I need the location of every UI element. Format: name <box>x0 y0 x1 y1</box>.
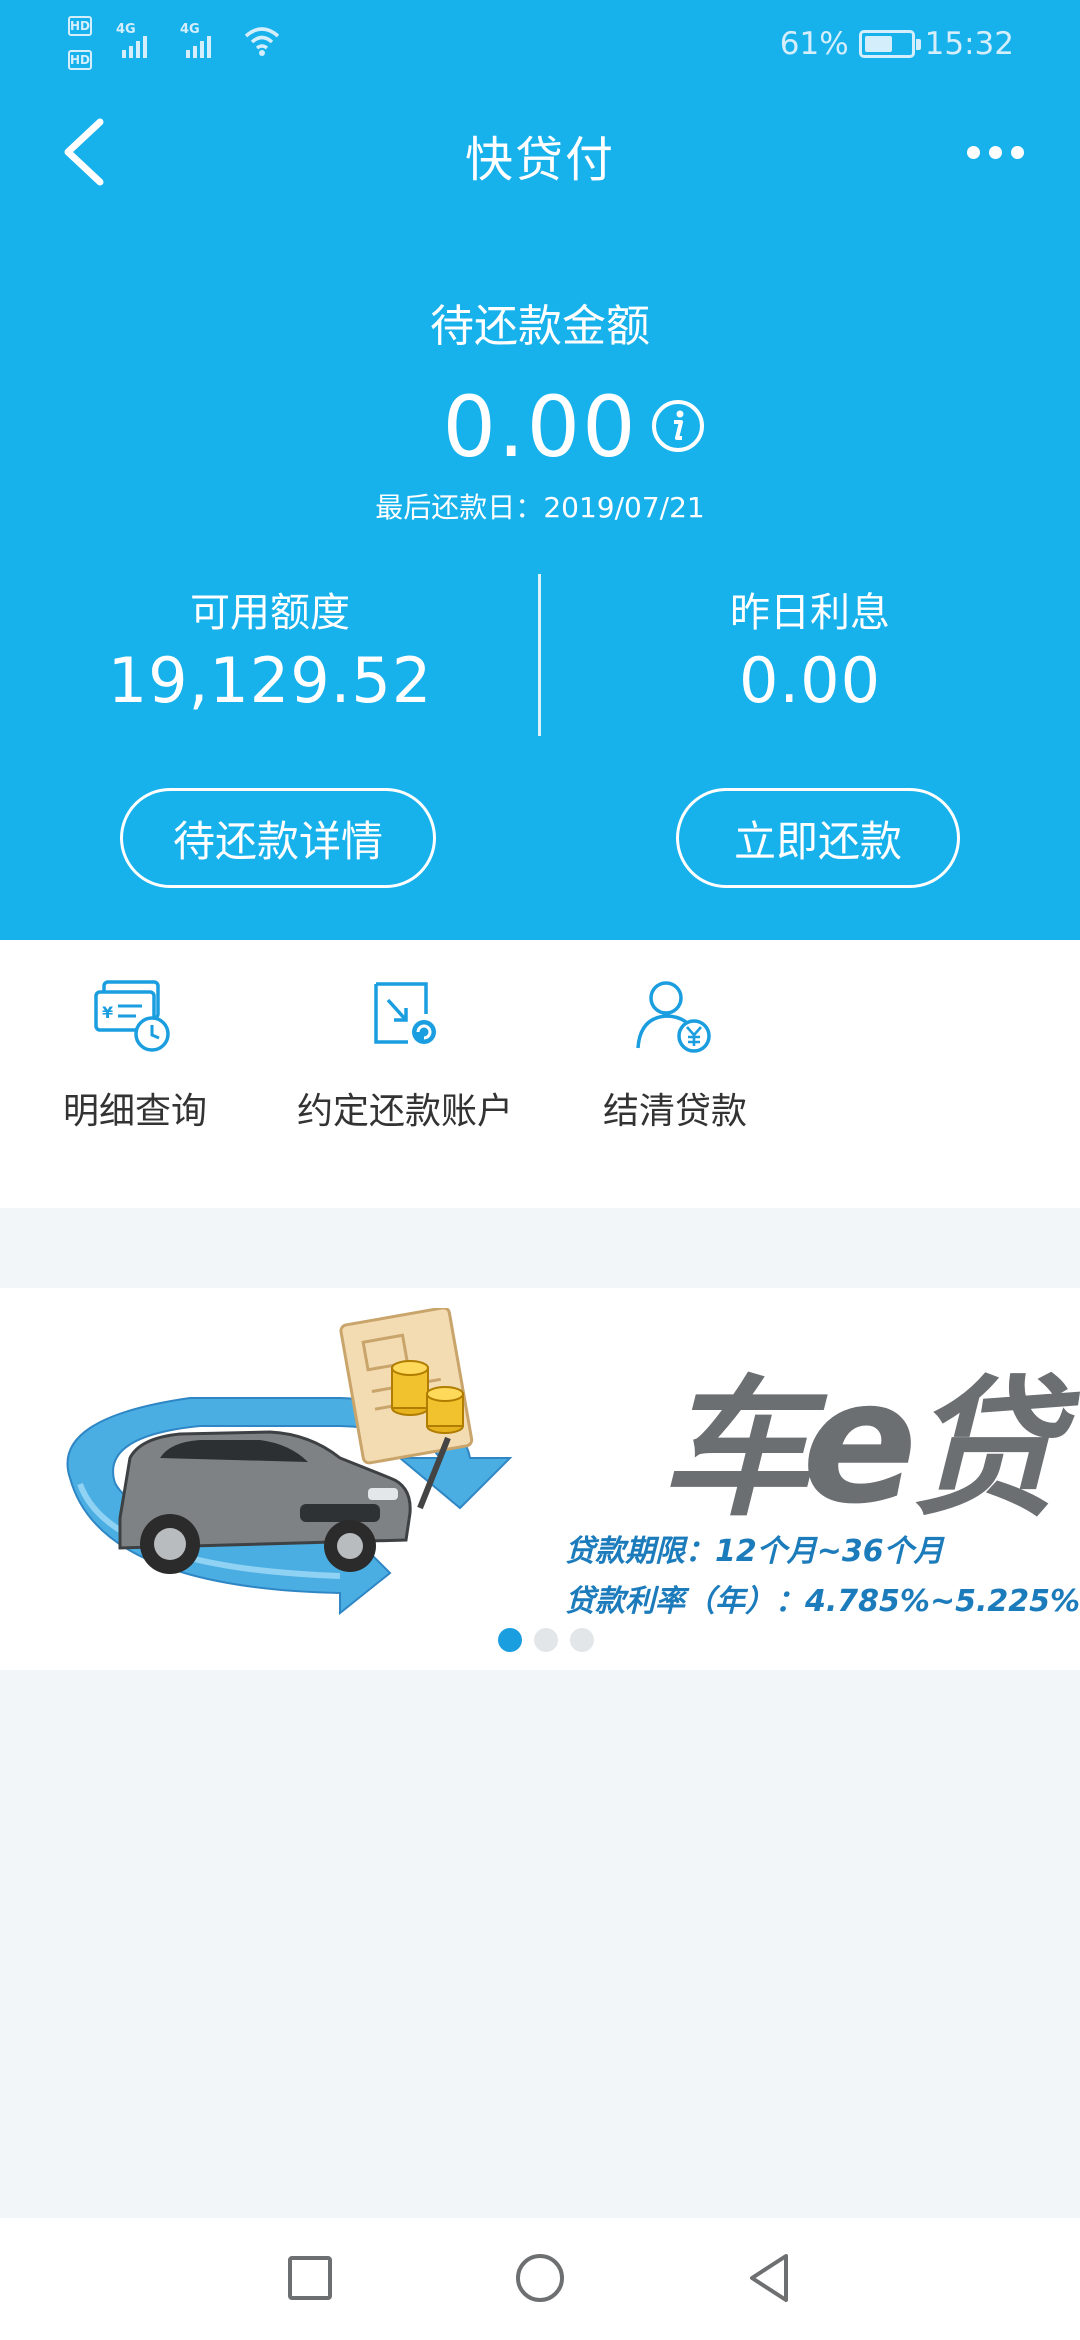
banner-loan-term: 贷款期限：12个月~36个月 <box>565 1534 944 1569</box>
network-type-2: 4G <box>180 22 200 37</box>
brand-char-e: e <box>802 1344 917 1542</box>
quick-actions: ¥ 明细查询 约定还款账户 结清贷款 <box>0 940 1080 1208</box>
action-repayment-account[interactable]: 约定还款账户 <box>290 940 520 1208</box>
more-dots-icon <box>966 145 980 159</box>
account-summary-panel: HD HD 4G 4G 61% 15:32 快贷付 待还款金额 0.00 最后还… <box>0 0 1080 940</box>
home-icon[interactable] <box>510 2248 570 2308</box>
brand-char-2: 贷 <box>909 1363 1059 1537</box>
last-date-value: 2019/07/21 <box>543 491 705 524</box>
recent-apps-icon[interactable] <box>280 2248 340 2308</box>
yesterday-interest: 昨日利息 0.00 <box>610 580 1010 717</box>
battery-percent: 61% <box>779 26 849 62</box>
account-arrow-icon <box>374 982 436 1044</box>
hd-badge-1: HD <box>68 16 92 36</box>
banner-loan-rate: 贷款利率（年）：4.785%~5.225% <box>565 1584 1080 1619</box>
last-repayment-date: 最后还款日：2019/07/21 <box>0 486 1080 526</box>
carousel-indicator[interactable] <box>498 1628 594 1652</box>
bill-clock-icon: ¥ <box>94 980 170 1052</box>
action-label: 明细查询 <box>62 1091 207 1132</box>
network-type-1: 4G <box>116 22 136 37</box>
available-credit-value: 19,129.52 <box>107 644 433 717</box>
divider <box>538 574 541 736</box>
carousel-dot[interactable] <box>534 1628 558 1652</box>
yesterday-interest-label: 昨日利息 <box>730 590 890 636</box>
due-amount-label: 待还款金额 <box>430 301 650 352</box>
status-bar: HD HD 4G 4G 61% 15:32 <box>0 0 1080 90</box>
available-credit-label: 可用额度 <box>190 590 350 636</box>
action-statement-query[interactable]: ¥ 明细查询 <box>40 940 230 1208</box>
carousel-dot[interactable] <box>498 1628 522 1652</box>
banner-brand: 车e贷 <box>660 1328 1059 1545</box>
status-right: 61% 15:32 <box>780 20 1014 68</box>
repay-now-button[interactable]: 立即还款 <box>676 788 960 888</box>
available-credit: 可用额度 19,129.52 <box>70 580 470 717</box>
back-icon[interactable] <box>740 2248 800 2308</box>
last-date-label: 最后还款日： <box>375 491 544 524</box>
nav-bar: 快贷付 <box>0 100 1080 204</box>
action-settle-loan[interactable]: 结清贷款 <box>580 940 770 1208</box>
carousel-dot[interactable] <box>570 1628 594 1652</box>
promo-banner[interactable]: 车e贷 贷款期限：12个月~36个月 贷款利率（年）：4.785%~5.225% <box>0 1288 1080 1670</box>
repayment-details-button[interactable]: 待还款详情 <box>120 788 436 888</box>
hd-badge-2: HD <box>68 50 92 70</box>
clock: 15:32 <box>924 26 1014 62</box>
system-navigation-bar <box>0 2218 1080 2340</box>
brand-char-1: 车 <box>660 1363 810 1537</box>
wifi-icon <box>244 27 280 56</box>
yesterday-interest-value: 0.00 <box>738 644 882 717</box>
battery-level <box>864 36 892 52</box>
battery-icon <box>858 30 921 58</box>
svg-text:¥: ¥ <box>102 1003 113 1022</box>
action-label: 结清贷款 <box>602 1091 747 1132</box>
more-button[interactable] <box>950 122 1040 182</box>
action-label: 约定还款账户 <box>296 1091 513 1132</box>
user-yuan-icon <box>636 981 711 1053</box>
info-icon[interactable] <box>650 398 706 454</box>
due-amount-value: 0.00 <box>442 378 638 476</box>
page-title: 快贷付 <box>464 132 615 188</box>
